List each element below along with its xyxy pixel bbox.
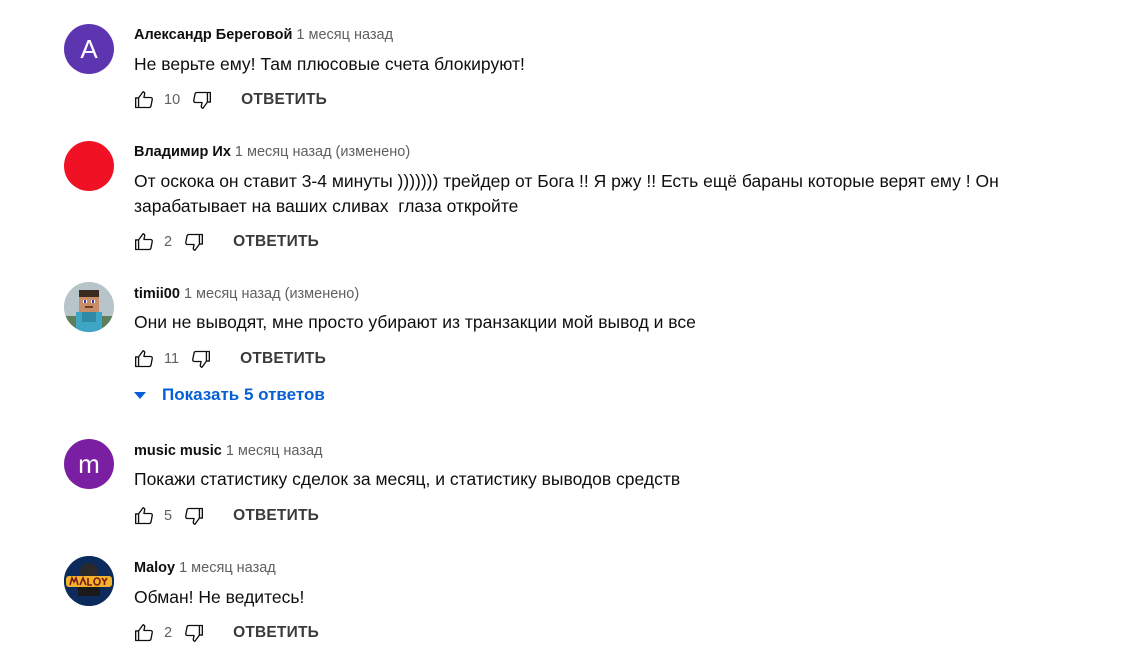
comment-actions: 11 ОТВЕТИТЬ — [134, 349, 326, 369]
comment-time[interactable]: 1 месяц назад (изменено) — [184, 286, 359, 302]
comment-text: От оскока он ставит 3-4 минуты ))))))) т… — [134, 171, 1004, 216]
comment-header: Maloy 1 месяц назад — [134, 559, 276, 577]
comment-time[interactable]: 1 месяц назад — [226, 443, 323, 459]
like-count: 2 — [164, 625, 173, 641]
comment-time[interactable]: 1 месяц назад (изменено) — [235, 144, 410, 160]
thumbs-up-icon[interactable] — [134, 349, 154, 369]
thumbs-down-icon[interactable] — [192, 90, 212, 110]
comment-time[interactable]: 1 месяц назад — [296, 27, 393, 43]
comment-actions: 2 ОТВЕТИТЬ — [134, 232, 319, 252]
author-name[interactable]: Александр Береговой — [134, 27, 292, 43]
author-name[interactable]: music music — [134, 443, 222, 459]
show-replies-label: Показать 5 ответов — [162, 385, 325, 404]
avatar[interactable] — [64, 141, 114, 191]
like-count: 10 — [164, 92, 181, 108]
avatar[interactable]: m — [64, 439, 114, 489]
thumbs-down-icon[interactable] — [184, 623, 204, 643]
avatar[interactable]: A — [64, 24, 114, 74]
comment-text: Не верьте ему! Там плюсовые счета блокир… — [134, 54, 525, 74]
thumbs-up-icon[interactable] — [134, 90, 154, 110]
author-name[interactable]: timii00 — [134, 286, 180, 302]
reply-button[interactable]: ОТВЕТИТЬ — [233, 624, 319, 642]
comment-text: Покажи статистику сделок за месяц, и ста… — [134, 469, 681, 489]
thumbs-up-icon[interactable] — [134, 623, 154, 643]
like-count: 11 — [164, 351, 180, 367]
comment-header: timii00 1 месяц назад (изменено) — [134, 285, 359, 303]
like-count: 5 — [164, 508, 173, 524]
comment-text: Они не выводят, мне просто убирают из тр… — [134, 312, 696, 332]
comment-header: Александр Береговой 1 месяц назад — [134, 26, 393, 44]
comment-actions: 5 ОТВЕТИТЬ — [134, 506, 319, 526]
show-replies-button[interactable]: Показать 5 ответов — [134, 384, 325, 406]
minecraft-character-avatar[interactable] — [64, 282, 114, 332]
comment-header: music music 1 месяц назад — [134, 442, 323, 460]
comment-actions: 2 ОТВЕТИТЬ — [134, 623, 319, 643]
comments-section: A Александр Береговой 1 месяц назад Не ве… — [0, 0, 1131, 646]
caret-down-icon — [134, 391, 146, 399]
avatar-letter: m — [78, 448, 100, 479]
reply-button[interactable]: ОТВЕТИТЬ — [240, 350, 326, 368]
comment-text: Обман! Не ведитесь! — [134, 587, 305, 607]
thumbs-down-icon[interactable] — [191, 349, 211, 369]
comment-header: Владимир Их 1 месяц назад (изменено) — [134, 143, 410, 161]
reply-button[interactable]: ОТВЕТИТЬ — [233, 233, 319, 251]
comment-time[interactable]: 1 месяц назад — [179, 560, 276, 576]
author-name[interactable]: Владимир Их — [134, 144, 231, 160]
author-name[interactable]: Maloy — [134, 560, 175, 576]
thumbs-up-icon[interactable] — [134, 232, 154, 252]
reply-button[interactable]: ОТВЕТИТЬ — [233, 507, 319, 525]
avatar-letter: A — [80, 33, 98, 64]
thumbs-down-icon[interactable] — [184, 506, 204, 526]
thumbs-up-icon[interactable] — [134, 506, 154, 526]
thumbs-down-icon[interactable] — [184, 232, 204, 252]
comment-actions: 10 ОТВЕТИТЬ — [134, 90, 327, 110]
reply-button[interactable]: ОТВЕТИТЬ — [241, 91, 327, 109]
like-count: 2 — [164, 234, 173, 250]
maloy-logo-avatar[interactable] — [64, 556, 114, 606]
